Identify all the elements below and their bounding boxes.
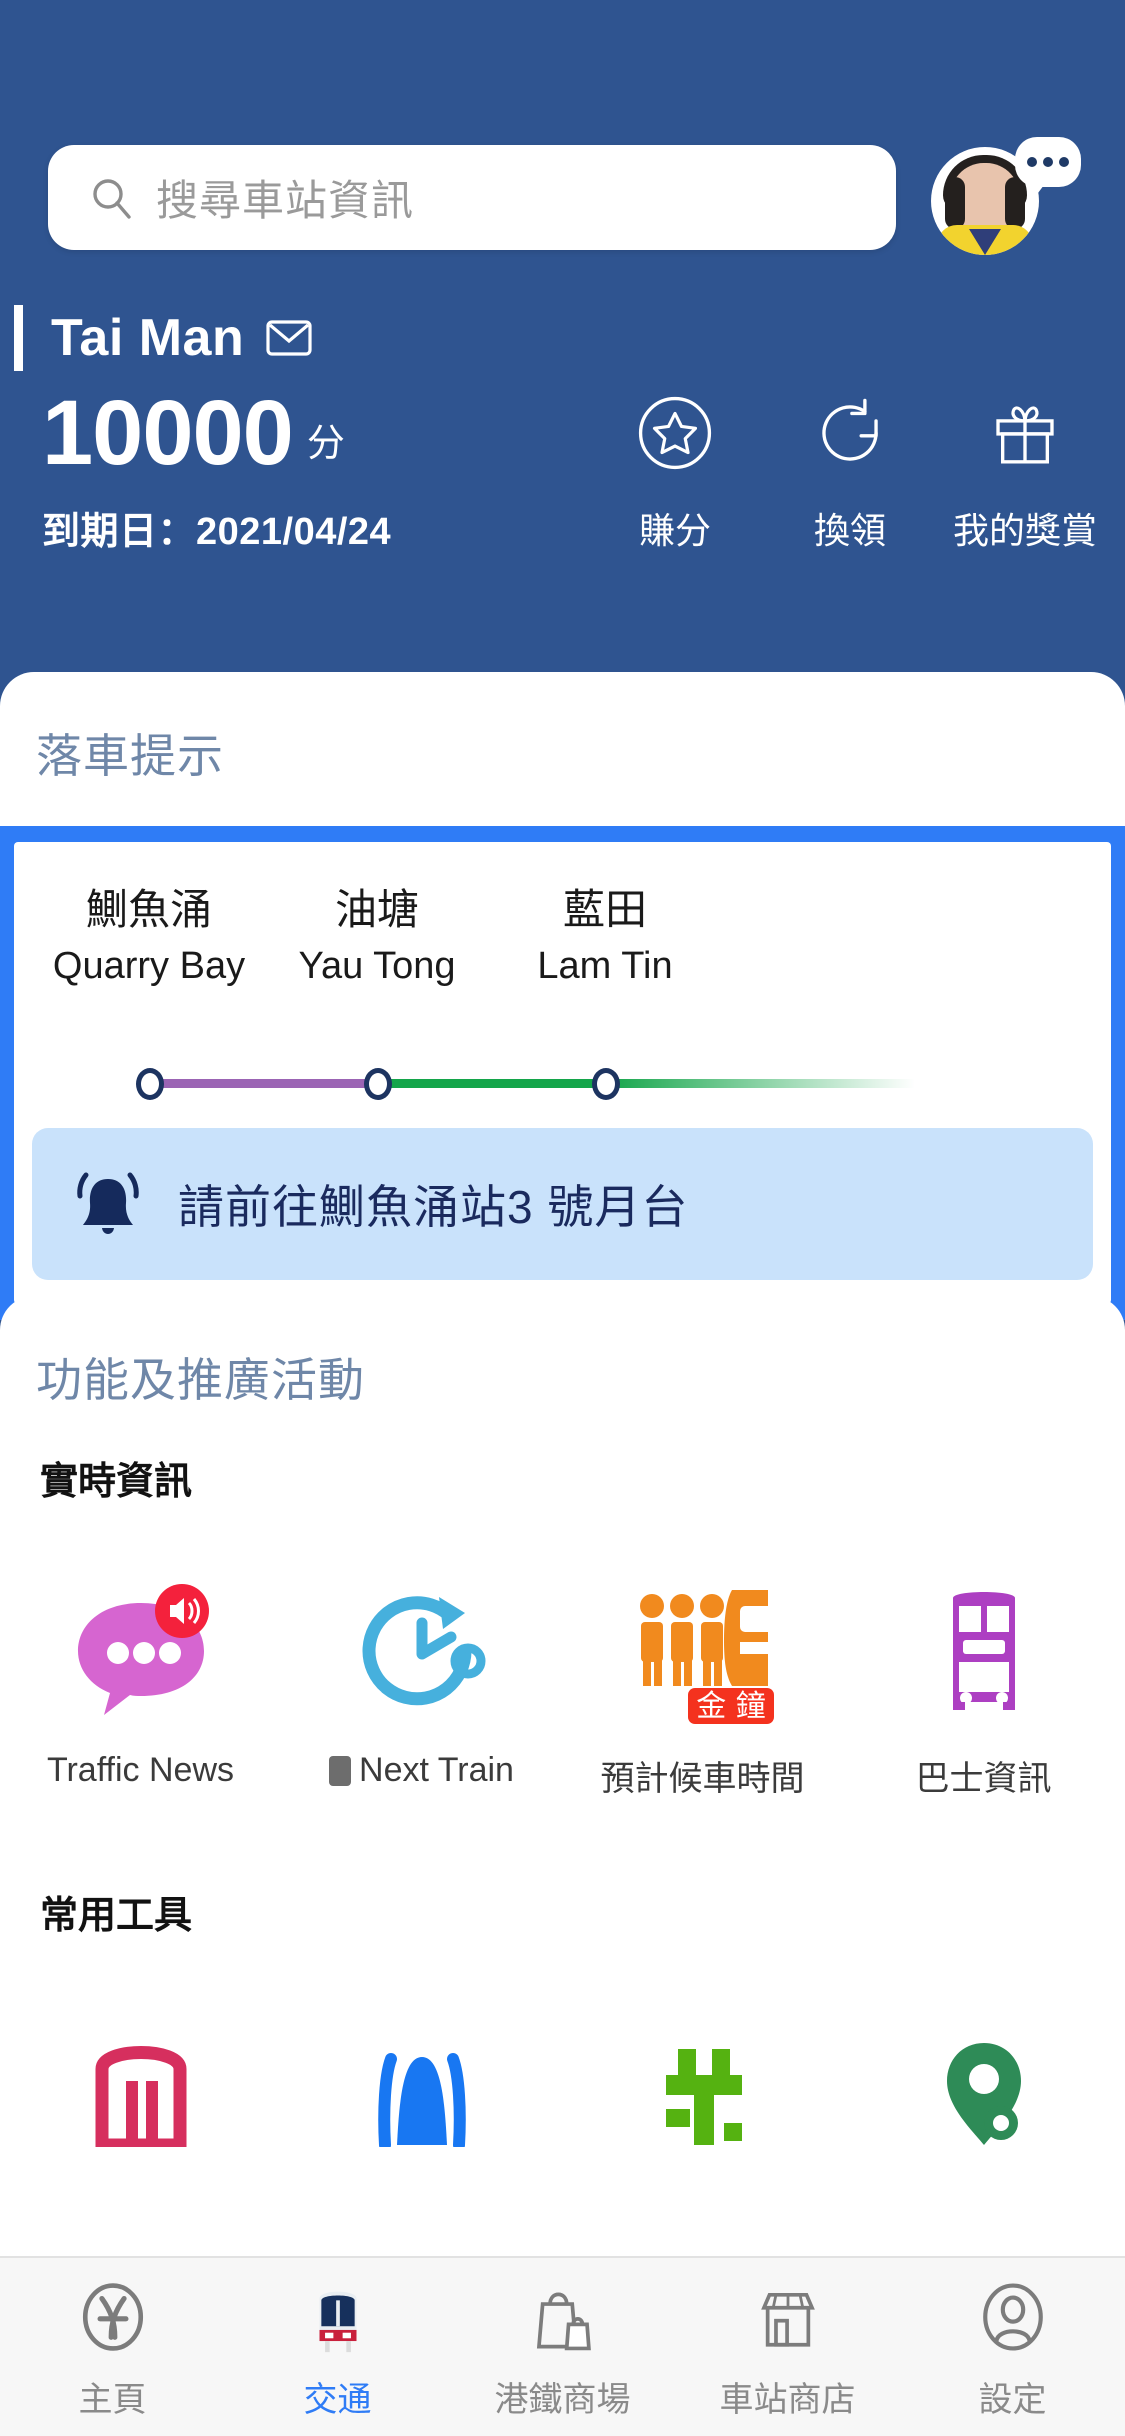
quick-action-label: 賺分 xyxy=(638,510,711,551)
star-circle-icon xyxy=(635,390,715,476)
umbrella-icon xyxy=(347,1997,497,2177)
tab-label: 交通 xyxy=(303,2381,372,2419)
feature-traffic-news[interactable]: Traffic News xyxy=(0,1561,281,1800)
tab-station-shops[interactable]: 車站商店 xyxy=(675,2276,900,2421)
feature-expected-wait-time[interactable]: 金 鐘 預計候車時間 xyxy=(562,1561,843,1800)
double-decker-bus-icon xyxy=(909,1561,1059,1741)
realtime-heading: 實時資訊 xyxy=(40,1461,193,1503)
clock-arrow-icon xyxy=(347,1561,497,1741)
fare-gate-icon xyxy=(66,1997,216,2177)
app-root: 搜尋車站資訊 Tai Man 10000 分 到期日：2021/04/24 賺分… xyxy=(0,0,1125,2436)
tab-label: 主頁 xyxy=(78,2381,147,2419)
tab-label: 港鐵商場 xyxy=(494,2381,631,2419)
shopping-bag-icon xyxy=(526,2276,600,2358)
alight-card-title: 落車提示 xyxy=(36,730,224,782)
quick-action-label: 我的獎賞 xyxy=(952,510,1097,551)
feature-label: 巴士資訊 xyxy=(915,1760,1052,1798)
search-icon xyxy=(90,176,134,220)
quick-action-my-rewards[interactable]: 我的獎賞 xyxy=(950,390,1100,554)
feature-bus-info[interactable]: 巴士資訊 xyxy=(843,1561,1124,1800)
envelope-icon[interactable] xyxy=(266,320,312,356)
tool-puzzle[interactable] xyxy=(562,1997,843,2177)
quick-action-earn[interactable]: 賺分 xyxy=(600,390,750,554)
svg-text:金 鐘: 金 鐘 xyxy=(696,1689,766,1724)
alight-inner: 鰂魚涌 Quarry Bay 油塘 Yau Tong 藍田 Lam Tin 請前… xyxy=(14,842,1111,1304)
avatar[interactable] xyxy=(931,137,1081,262)
tool-location[interactable] xyxy=(843,1997,1124,2177)
bell-ringing-icon xyxy=(72,1165,144,1243)
user-circle-icon xyxy=(976,2276,1050,2358)
tab-settings[interactable]: 設定 xyxy=(900,2276,1125,2421)
bottom-tab-bar: 主頁 交通 港鐵商場 車站商店 設定 xyxy=(0,2256,1125,2436)
storefront-icon xyxy=(751,2276,825,2358)
quick-action-label: 換領 xyxy=(813,510,886,551)
tools-grid xyxy=(0,1997,1125,2177)
feature-label: 預計候車時間 xyxy=(600,1760,805,1798)
features-card-title: 功能及推廣活動 xyxy=(36,1354,365,1406)
realtime-grid: Traffic News Next Train 金 鐘 預計候車時間 巴士資訊 xyxy=(0,1561,1125,1800)
feature-label-text: Next Train xyxy=(359,1751,514,1789)
platform-alert[interactable]: 請前往鰂魚涌站3 號月台 xyxy=(32,1128,1093,1280)
feature-label: Next Train xyxy=(329,1751,514,1790)
points-unit: 分 xyxy=(306,423,345,466)
username: Tai Man xyxy=(51,309,245,367)
feature-next-train[interactable]: Next Train xyxy=(281,1561,562,1800)
quick-action-redeem[interactable]: 換領 xyxy=(775,390,925,554)
tab-label: 車站商店 xyxy=(719,2381,856,2419)
train-icon xyxy=(301,2276,375,2358)
location-pin-icon xyxy=(909,1997,1059,2177)
mtr-logo-icon xyxy=(76,2276,150,2358)
speech-bubble-speaker-icon xyxy=(66,1561,216,1741)
tools-heading: 常用工具 xyxy=(40,1895,193,1937)
tab-label: 設定 xyxy=(978,2381,1047,2419)
station-dot xyxy=(136,1068,164,1100)
platform-alert-text: 請前往鰂魚涌站3 號月台 xyxy=(178,1181,689,1233)
station-name-en: Lam Tin xyxy=(537,945,673,987)
station-strip: 鰂魚涌 Quarry Bay 油塘 Yau Tong 藍田 Lam Tin xyxy=(14,876,1111,1056)
line-segment-fade xyxy=(605,1079,915,1088)
line-segment-green xyxy=(377,1079,605,1088)
header: 搜尋車站資訊 Tai Man 10000 分 到期日：2021/04/24 賺分… xyxy=(0,0,1125,660)
tab-home[interactable]: 主頁 xyxy=(0,2276,225,2421)
feature-label: Traffic News xyxy=(46,1751,235,1789)
username-row: Tai Man xyxy=(14,305,312,371)
points-display: 10000 分 xyxy=(42,382,345,484)
crowd-train-icon: 金 鐘 xyxy=(628,1561,778,1741)
puzzle-icon xyxy=(628,1997,778,2177)
refresh-icon xyxy=(810,390,890,476)
chat-bubble-icon[interactable] xyxy=(1015,137,1081,197)
search-placeholder: 搜尋車站資訊 xyxy=(156,177,415,224)
tool-umbrella[interactable] xyxy=(281,1997,562,2177)
station-item[interactable]: 藍田 Lam Tin xyxy=(455,876,755,988)
tab-mtr-malls[interactable]: 港鐵商場 xyxy=(450,2276,675,2421)
tab-transport[interactable]: 交通 xyxy=(225,2276,450,2421)
route-line xyxy=(14,1060,1111,1104)
search-row: 搜尋車站資訊 xyxy=(48,137,1081,255)
quick-actions: 賺分 換領 我的獎賞 xyxy=(600,390,1100,554)
line-segment-purple xyxy=(149,1079,377,1088)
gift-icon xyxy=(985,390,1065,476)
station-name-zh: 藍田 xyxy=(562,886,647,933)
next-train-glyph-icon xyxy=(329,1755,352,1786)
tool-fare-gate[interactable] xyxy=(0,1997,281,2177)
alight-highlight: 鰂魚涌 Quarry Bay 油塘 Yau Tong 藍田 Lam Tin 請前… xyxy=(0,826,1125,1320)
alight-reminder-card: 落車提示 鰂魚涌 Quarry Bay 油塘 Yau Tong 藍田 Lam T… xyxy=(0,672,1125,1320)
search-input[interactable]: 搜尋車站資訊 xyxy=(48,145,896,250)
points-value: 10000 xyxy=(42,382,294,484)
accent-bar xyxy=(14,305,23,371)
station-dot xyxy=(592,1068,620,1100)
points-expiry: 到期日：2021/04/24 xyxy=(42,511,392,553)
station-dot xyxy=(364,1068,392,1100)
